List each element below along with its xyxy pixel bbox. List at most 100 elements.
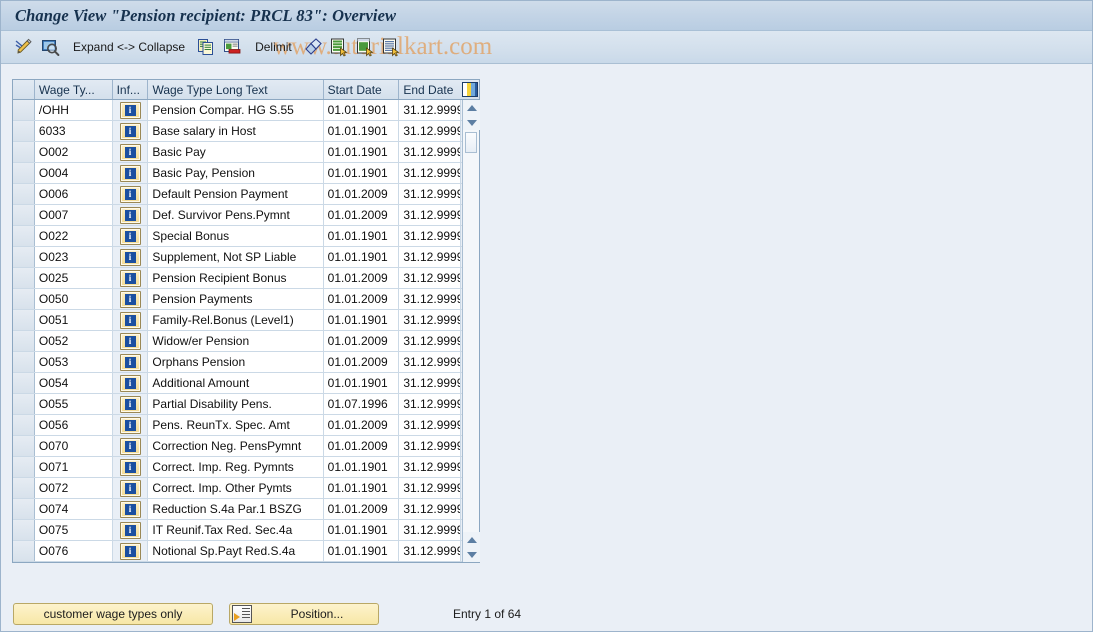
cell-wage-type[interactable]: O002 (34, 142, 113, 162)
cell-end-date[interactable]: 31.12.9999 (399, 499, 462, 519)
cell-info[interactable]: i (112, 121, 149, 141)
table-row[interactable]: O002 i Basic Pay 01.01.1901 31.12.9999 (13, 142, 480, 163)
cell-start-date[interactable]: 01.01.1901 (323, 121, 400, 141)
table-row[interactable]: O071 i Correct. Imp. Reg. Pymnts 01.01.1901… (13, 457, 480, 478)
expand-collapse-button[interactable]: Expand <-> Collapse (73, 40, 185, 54)
cell-info[interactable]: i (112, 352, 149, 372)
table-row[interactable]: O050 i Pension Payments 01.01.2009 31.12.999… (13, 289, 480, 310)
row-select-cell[interactable] (13, 394, 35, 414)
info-icon[interactable]: i (119, 248, 141, 266)
cell-long-text[interactable]: Additional Amount (148, 373, 324, 393)
row-select-cell[interactable] (13, 499, 35, 519)
row-select-cell[interactable] (13, 121, 35, 141)
cell-info[interactable]: i (112, 457, 149, 477)
cell-start-date[interactable]: 01.01.1901 (323, 247, 400, 267)
delimit-button[interactable]: Delimit (255, 40, 292, 54)
cell-start-date[interactable]: 01.01.2009 (323, 268, 400, 288)
cell-start-date[interactable]: 01.01.1901 (323, 373, 400, 393)
info-icon[interactable]: i (119, 374, 141, 392)
table-row[interactable]: O023 i Supplement, Not SP Liable 01.01.1901… (13, 247, 480, 268)
cell-end-date[interactable]: 31.12.9999 (399, 394, 462, 414)
row-select-cell[interactable] (13, 163, 35, 183)
cell-start-date[interactable]: 01.01.1901 (323, 142, 400, 162)
row-select-cell[interactable] (13, 268, 35, 288)
row-select-cell[interactable] (13, 415, 35, 435)
table-row[interactable]: O055 i Partial Disability Pens. 01.07.1996 3… (13, 394, 480, 415)
info-icon[interactable]: i (119, 311, 141, 329)
cell-info[interactable]: i (112, 268, 149, 288)
cell-long-text[interactable]: Notional Sp.Payt Red.S.4a (148, 541, 324, 561)
info-icon[interactable]: i (119, 479, 141, 497)
info-icon[interactable]: i (119, 416, 141, 434)
row-select-cell[interactable] (13, 457, 35, 477)
select-all-icon[interactable] (354, 36, 376, 58)
cell-info[interactable]: i (112, 415, 149, 435)
cell-long-text[interactable]: Reduction S.4a Par.1 BSZG (148, 499, 324, 519)
info-icon[interactable]: i (119, 101, 141, 119)
info-icon[interactable]: i (119, 122, 141, 140)
table-row[interactable]: O004 i Basic Pay, Pension 01.01.1901 31.12.9… (13, 163, 480, 184)
pencil-edit-icon[interactable] (13, 36, 35, 58)
row-select-cell[interactable] (13, 184, 35, 204)
info-icon[interactable]: i (119, 227, 141, 245)
cell-long-text[interactable]: Pension Compar. HG S.55 (148, 100, 324, 120)
cell-start-date[interactable]: 01.01.2009 (323, 184, 400, 204)
cell-wage-type[interactable]: /OHH (34, 100, 113, 120)
cell-info[interactable]: i (112, 394, 149, 414)
cell-start-date[interactable]: 01.01.2009 (323, 289, 400, 309)
scroll-up-button[interactable] (463, 100, 480, 115)
table-settings-button[interactable] (461, 80, 480, 99)
row-select-cell[interactable] (13, 226, 35, 246)
cell-info[interactable]: i (112, 205, 149, 225)
scroll-page-up-button[interactable] (463, 532, 480, 547)
cell-start-date[interactable]: 01.01.2009 (323, 436, 400, 456)
row-select-cell[interactable] (13, 100, 35, 120)
cell-info[interactable]: i (112, 373, 149, 393)
info-icon[interactable]: i (119, 143, 141, 161)
cell-long-text[interactable]: Pension Payments (148, 289, 324, 309)
cell-wage-type[interactable]: O070 (34, 436, 113, 456)
cell-long-text[interactable]: Basic Pay (148, 142, 324, 162)
cell-start-date[interactable]: 01.01.1901 (323, 457, 400, 477)
cell-start-date[interactable]: 01.01.1901 (323, 478, 400, 498)
cell-info[interactable]: i (112, 100, 149, 120)
cell-start-date[interactable]: 01.01.2009 (323, 415, 400, 435)
table-row[interactable]: O053 i Orphans Pension 01.01.2009 31.12.9999 (13, 352, 480, 373)
cell-start-date[interactable]: 01.01.2009 (323, 499, 400, 519)
cell-long-text[interactable]: Basic Pay, Pension (148, 163, 324, 183)
cell-info[interactable]: i (112, 520, 149, 540)
table-row[interactable]: O056 i Pens. ReunTx. Spec. Amt 01.01.2009 31… (13, 415, 480, 436)
cell-end-date[interactable]: 31.12.9999 (399, 184, 462, 204)
cell-wage-type[interactable]: 6033 (34, 121, 113, 141)
cell-info[interactable]: i (112, 478, 149, 498)
row-select-cell[interactable] (13, 352, 35, 372)
row-select-cell[interactable] (13, 247, 35, 267)
cell-start-date[interactable]: 01.01.1901 (323, 310, 400, 330)
copy-icon[interactable] (195, 36, 217, 58)
info-icon[interactable]: i (119, 332, 141, 350)
cell-end-date[interactable]: 31.12.9999 (399, 121, 462, 141)
column-header-info[interactable]: Inf... (112, 80, 149, 99)
cell-long-text[interactable]: Special Bonus (148, 226, 324, 246)
info-icon[interactable]: i (119, 353, 141, 371)
scroll-down-button[interactable] (463, 115, 480, 130)
cell-wage-type[interactable]: O050 (34, 289, 113, 309)
cell-long-text[interactable]: Def. Survivor Pens.Pymnt (148, 205, 324, 225)
cell-info[interactable]: i (112, 289, 149, 309)
cell-info[interactable]: i (112, 310, 149, 330)
cell-wage-type[interactable]: O072 (34, 478, 113, 498)
row-select-cell[interactable] (13, 520, 35, 540)
select-block-icon[interactable] (328, 36, 350, 58)
row-select-cell[interactable] (13, 478, 35, 498)
column-header-long-text[interactable]: Wage Type Long Text (148, 80, 324, 99)
cell-start-date[interactable]: 01.01.1901 (323, 541, 400, 561)
cell-end-date[interactable]: 31.12.9999 (399, 541, 462, 561)
position-button[interactable]: Position... (229, 603, 379, 625)
cell-info[interactable]: i (112, 163, 149, 183)
info-icon[interactable]: i (119, 521, 141, 539)
cell-end-date[interactable]: 31.12.9999 (399, 310, 462, 330)
table-row[interactable]: O070 i Correction Neg. PensPymnt 01.01.2009… (13, 436, 480, 457)
cell-start-date[interactable]: 01.01.1901 (323, 100, 400, 120)
cell-long-text[interactable]: IT Reunif.Tax Red. Sec.4a (148, 520, 324, 540)
cell-wage-type[interactable]: O007 (34, 205, 113, 225)
